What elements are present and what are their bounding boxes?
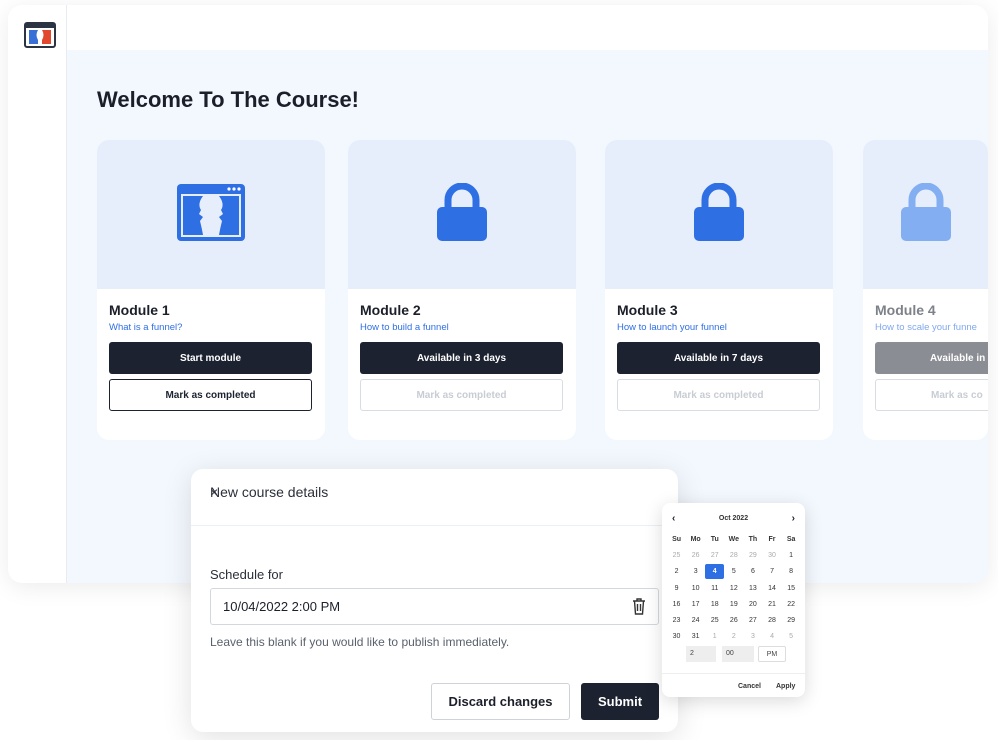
page-title: Welcome To The Course! <box>97 87 360 112</box>
trash-icon[interactable] <box>632 598 646 615</box>
schedule-input[interactable]: 10/04/2022 2:00 PM <box>210 588 659 625</box>
calendar-day[interactable]: 15 <box>782 585 801 592</box>
availability-button[interactable]: Available in 3 days <box>360 342 563 374</box>
calendar-day[interactable]: 11 <box>705 585 724 592</box>
calendar-day[interactable]: 26 <box>686 552 705 559</box>
schedule-value: 10/04/2022 2:00 PM <box>223 599 341 614</box>
calendar-day[interactable]: 5 <box>724 568 743 575</box>
module-subtitle: How to launch your funnel <box>617 322 727 333</box>
weekday-label: Mo <box>690 535 701 543</box>
calendar-day[interactable]: 24 <box>686 617 705 624</box>
clickfunnels-logo-icon[interactable] <box>24 22 56 48</box>
calendar-day[interactable]: 27 <box>743 617 762 624</box>
calendar-day[interactable]: 3 <box>686 568 705 575</box>
calendar-day[interactable]: 4 <box>762 633 781 640</box>
mark-completed-button[interactable]: Mark as completed <box>360 379 563 411</box>
lock-icon <box>694 182 744 246</box>
calendar-day[interactable]: 29 <box>743 552 762 559</box>
calendar-day[interactable]: 27 <box>705 552 724 559</box>
module-card: Module 1 What is a funnel? Start module … <box>97 140 325 440</box>
module-subtitle: How to build a funnel <box>360 322 449 333</box>
calendar-day[interactable]: 1 <box>705 633 724 640</box>
module-title: Module 4 <box>875 302 936 318</box>
calendar-day[interactable]: 2 <box>667 568 686 575</box>
calendar-day[interactable]: 16 <box>667 601 686 608</box>
availability-button[interactable]: Available in 7 days <box>617 342 820 374</box>
mark-completed-button[interactable]: Mark as completed <box>109 379 312 411</box>
mark-completed-button[interactable]: Mark as completed <box>617 379 820 411</box>
module-card: Module 4 How to scale your funne Availab… <box>863 140 988 440</box>
submit-button[interactable]: Submit <box>581 683 659 720</box>
start-module-button[interactable]: Start module <box>109 342 312 374</box>
calendar-day[interactable]: 10 <box>686 585 705 592</box>
calendar-day[interactable]: 12 <box>724 585 743 592</box>
module-thumbnail <box>605 140 833 289</box>
top-bar <box>67 5 988 50</box>
weekday-label: Tu <box>710 535 719 543</box>
module-thumbnail <box>863 140 988 289</box>
cancel-button[interactable]: Cancel <box>738 683 761 690</box>
lock-icon <box>437 182 487 246</box>
weekday-label: We <box>728 535 740 543</box>
calendar-day[interactable]: 18 <box>705 601 724 608</box>
calendar-day[interactable]: 5 <box>782 633 801 640</box>
calendar-day[interactable]: 14 <box>762 585 781 592</box>
date-picker: ‹ Oct 2022 › Su Mo Tu We Th Fr Sa 25 26 27 28 29 30 1… <box>662 503 805 697</box>
mark-completed-button[interactable]: Mark as co <box>875 379 988 411</box>
calendar-day[interactable]: 13 <box>743 585 762 592</box>
calendar-day[interactable]: 25 <box>705 617 724 624</box>
calendar-day[interactable]: 20 <box>743 601 762 608</box>
calendar-month: Oct 2022 <box>718 515 749 522</box>
course-details-modal: New course details × Schedule for 10/04/2… <box>191 469 678 732</box>
calendar-day[interactable]: 30 <box>667 633 686 640</box>
module-thumbnail <box>348 140 576 289</box>
weekday-label: Sa <box>786 535 796 543</box>
module-card: Module 2 How to build a funnel Available… <box>348 140 576 440</box>
calendar-day[interactable]: 26 <box>724 617 743 624</box>
next-month-icon[interactable]: › <box>792 513 795 524</box>
calendar-day[interactable]: 7 <box>762 568 781 575</box>
clickfunnels-logo-icon <box>177 183 245 246</box>
calendar-day[interactable]: 23 <box>667 617 686 624</box>
ampm-toggle[interactable]: PM <box>758 646 786 662</box>
calendar-day[interactable]: 6 <box>743 568 762 575</box>
schedule-label: Schedule for <box>210 567 283 582</box>
schedule-help-text: Leave this blank if you would like to pu… <box>210 635 510 649</box>
calendar-day[interactable]: 2 <box>724 633 743 640</box>
calendar-day[interactable]: 17 <box>686 601 705 608</box>
minute-input[interactable]: 00 <box>722 646 754 662</box>
calendar-day[interactable]: 19 <box>724 601 743 608</box>
calendar-day[interactable]: 21 <box>762 601 781 608</box>
calendar-day[interactable]: 30 <box>762 552 781 559</box>
calendar-day[interactable]: 8 <box>782 568 801 575</box>
module-thumbnail <box>97 140 325 289</box>
module-subtitle: What is a funnel? <box>109 322 183 333</box>
sidebar <box>8 5 67 583</box>
calendar-day[interactable]: 29 <box>782 617 801 624</box>
calendar-day[interactable]: 31 <box>686 633 705 640</box>
module-card: Module 3 How to launch your funnel Avail… <box>605 140 833 440</box>
weekday-label: Th <box>748 535 758 543</box>
calendar-day[interactable]: 22 <box>782 601 801 608</box>
calendar-day[interactable]: 28 <box>762 617 781 624</box>
module-title: Module 2 <box>360 302 421 318</box>
weekday-label: Su <box>672 535 682 543</box>
calendar-day[interactable]: 25 <box>667 552 686 559</box>
module-title: Module 1 <box>109 302 170 318</box>
module-title: Module 3 <box>617 302 678 318</box>
discard-changes-button[interactable]: Discard changes <box>431 683 570 720</box>
apply-button[interactable]: Apply <box>776 683 795 690</box>
module-subtitle: How to scale your funne <box>875 322 977 333</box>
calendar-day[interactable]: 1 <box>782 552 801 559</box>
selected-day[interactable]: 4 <box>705 564 725 580</box>
weekday-label: Fr <box>768 535 776 543</box>
availability-button[interactable]: Available in <box>875 342 988 374</box>
lock-icon <box>900 182 951 246</box>
close-icon[interactable]: × <box>210 484 651 500</box>
hour-input[interactable]: 2 <box>686 646 716 662</box>
calendar-day[interactable]: 9 <box>667 585 686 592</box>
calendar-day[interactable]: 28 <box>724 552 743 559</box>
calendar-day[interactable]: 3 <box>743 633 762 640</box>
